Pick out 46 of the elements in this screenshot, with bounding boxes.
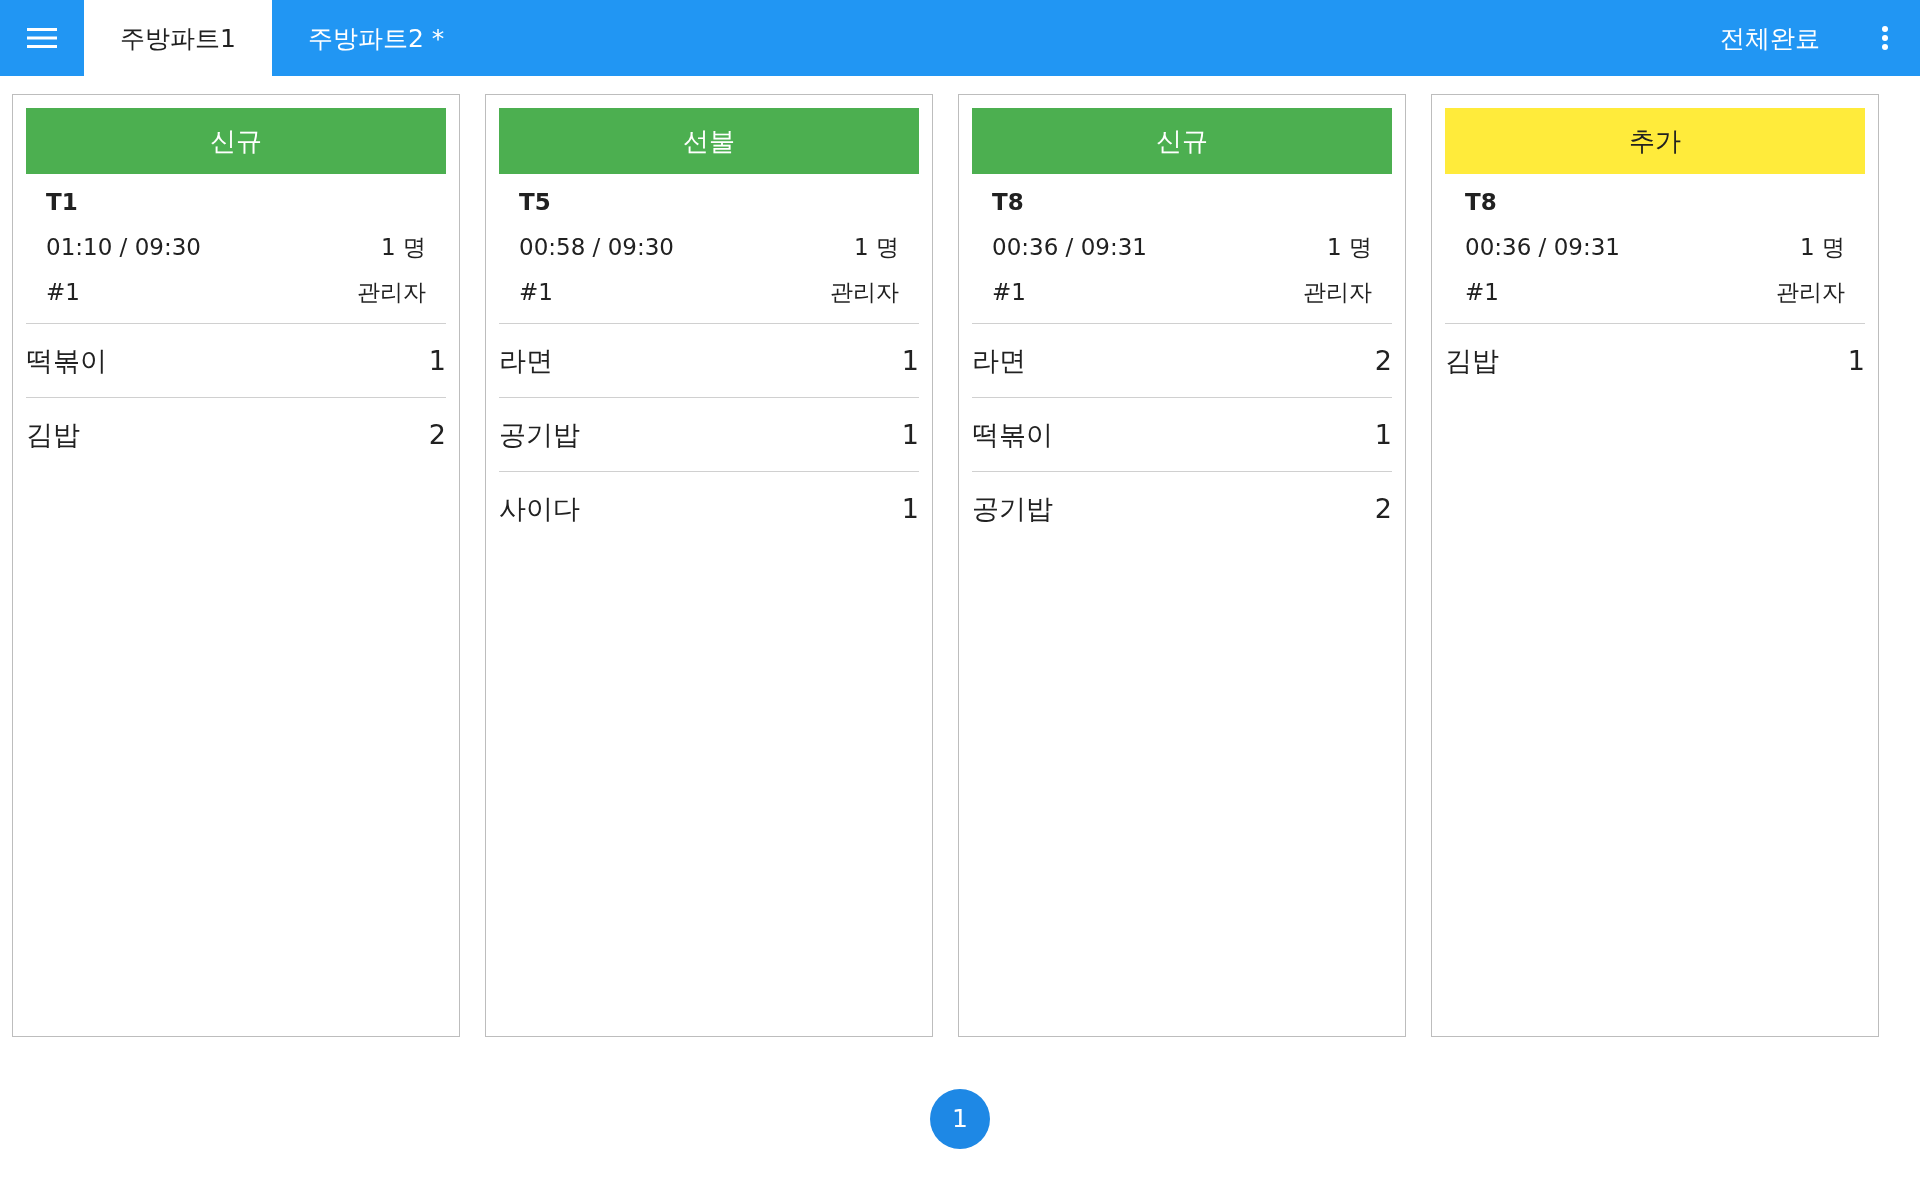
menu-item-quantity: 1: [1847, 345, 1865, 376]
order-number: #1: [992, 278, 1026, 307]
menu-item-quantity: 2: [1374, 493, 1392, 524]
page-button[interactable]: 1: [930, 1088, 990, 1149]
guest-count: 1 명: [854, 233, 899, 262]
menu-item-quantity: 1: [901, 493, 919, 524]
order-time: 00:36 / 09:31: [1465, 233, 1620, 262]
menu-item-quantity: 1: [901, 419, 919, 450]
menu-item-name: 사이다: [499, 491, 580, 526]
order-status: 추가: [1445, 108, 1865, 174]
menu-item-name: 라면: [499, 343, 553, 378]
menu-item-name: 공기밥: [972, 491, 1053, 526]
menu-item-name: 공기밥: [499, 417, 580, 452]
complete-all-button[interactable]: 전체완료: [1690, 0, 1850, 76]
menu-item-name: 떡볶이: [26, 343, 107, 378]
tab[interactable]: 주방파트2 *: [271, 0, 481, 76]
menu-item-quantity: 1: [428, 345, 446, 376]
order-number: #1: [519, 278, 553, 307]
guest-count: 1 명: [1327, 233, 1372, 262]
menu-item-quantity: 1: [901, 345, 919, 376]
menu-item-quantity: 2: [1374, 345, 1392, 376]
menu-item-name: 김밥: [1445, 343, 1499, 378]
order-status: 선불: [499, 108, 919, 174]
menu-item-quantity: 1: [1374, 419, 1392, 450]
menu-item-name: 라면: [972, 343, 1026, 378]
order-time: 00:58 / 09:30: [519, 233, 674, 262]
order-number: #1: [1465, 278, 1499, 307]
tab[interactable]: 주방파트1: [84, 0, 272, 76]
order-status: 신규: [972, 108, 1392, 174]
table-number: T8: [1465, 188, 1498, 217]
staff-name: 관리자: [830, 278, 899, 307]
order-time: 00:36 / 09:31: [992, 233, 1147, 262]
menu-item-name: 떡볶이: [972, 417, 1053, 452]
staff-name: 관리자: [357, 278, 426, 307]
table-number: T8: [992, 188, 1025, 217]
menu-item-quantity: 2: [428, 419, 446, 450]
order-time: 01:10 / 09:30: [46, 233, 201, 262]
staff-name: 관리자: [1776, 278, 1845, 307]
table-number: T5: [519, 188, 552, 217]
guest-count: 1 명: [1800, 233, 1845, 262]
order-number: #1: [46, 278, 80, 307]
guest-count: 1 명: [381, 233, 426, 262]
menu-item-name: 김밥: [26, 417, 80, 452]
order-status: 신규: [26, 108, 446, 174]
table-number: T1: [46, 188, 79, 217]
staff-name: 관리자: [1303, 278, 1372, 307]
